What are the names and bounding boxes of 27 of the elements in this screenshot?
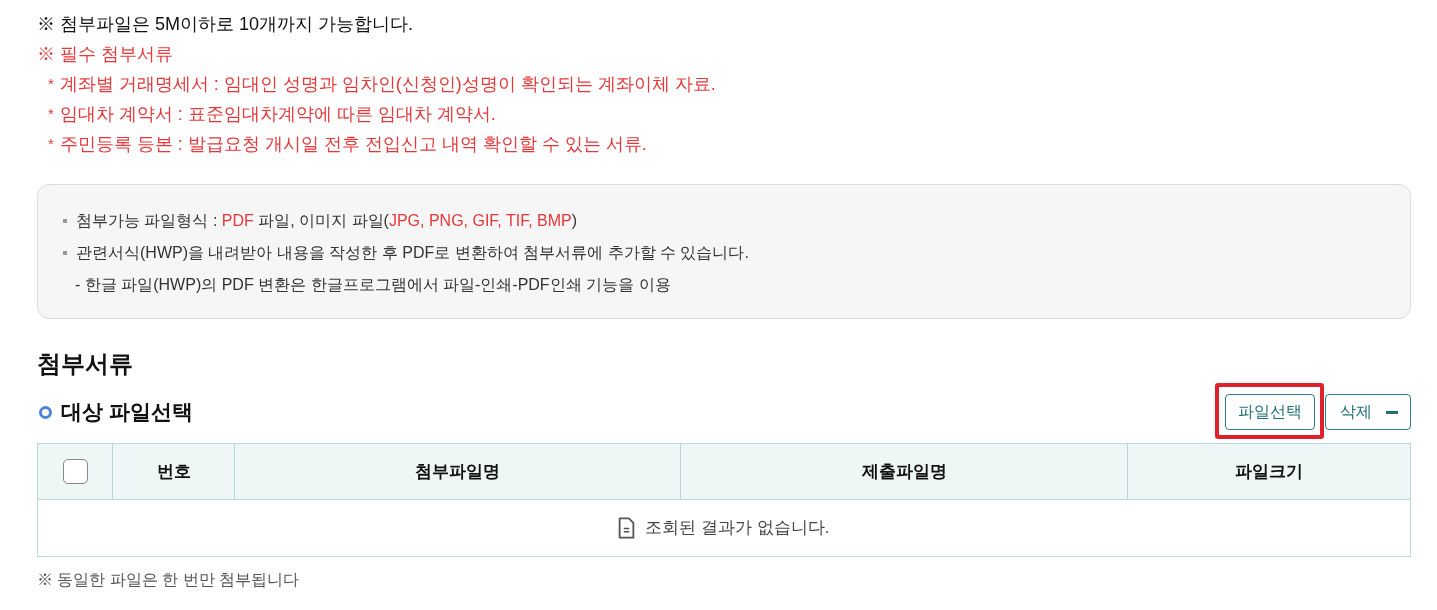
asterisk-mark: * (48, 133, 54, 154)
file-select-button[interactable]: 파일선택 (1225, 394, 1315, 430)
bullet-icon (63, 251, 67, 255)
required-doc-text: 계좌별 거래명세서 : 임대인 성명과 임차인(신청인)성명이 확인되는 계좌이체 자료. (59, 72, 716, 96)
column-header: 번호 (156, 460, 191, 483)
empty-message: 조회된 결과가 없습니다. (645, 517, 830, 540)
required-doc-text: 주민등록 등본 : 발급요청 개시일 전후 전입신고 내역 확인할 수 있는 서류. (59, 132, 647, 156)
required-doc-text: 임대차 계약서 : 표준임대차계약에 따른 임대차 계약서. (59, 102, 496, 126)
column-header: 제출파일명 (861, 460, 947, 483)
footnote-text: ※ 동일한 파일은 한 번만 첨부됩니다 (37, 570, 300, 590)
asterisk-mark: * (48, 73, 54, 94)
section-title: 첨부서류 (37, 349, 133, 379)
delete-button[interactable]: 삭제 (1325, 394, 1411, 430)
document-icon (618, 517, 636, 539)
required-docs-title: ※ 필수 첨부서류 (37, 43, 173, 66)
bullet-icon (63, 219, 67, 223)
notice-text: ※ 첨부파일은 5M이하로 10개까지 가능합니다. (37, 13, 414, 36)
asterisk-mark: * (48, 103, 54, 124)
column-header: 파일크기 (1235, 460, 1303, 483)
info-text: 첨부가능 파일형식 : PDF 파일, 이미지 파일(JPG, PNG, GIF, TIF, BMP) (76, 211, 578, 231)
ring-icon (39, 405, 52, 419)
subsection-title: 대상 파일선택 (61, 399, 193, 426)
select-all-checkbox[interactable] (62, 459, 88, 484)
minus-icon (1386, 410, 1398, 414)
column-header: 첨부파일명 (415, 460, 500, 483)
info-text: 관련서식(HWP)을 내려받아 내용을 작성한 후 PDF로 변환하여 첨부서류에 추가할 수 있습니다. (76, 243, 749, 263)
info-text: - 한글 파일(HWP)의 PDF 변환은 한글프로그램에서 파일-인쇄-PDF인쇄 기능을 이용 (75, 275, 671, 295)
